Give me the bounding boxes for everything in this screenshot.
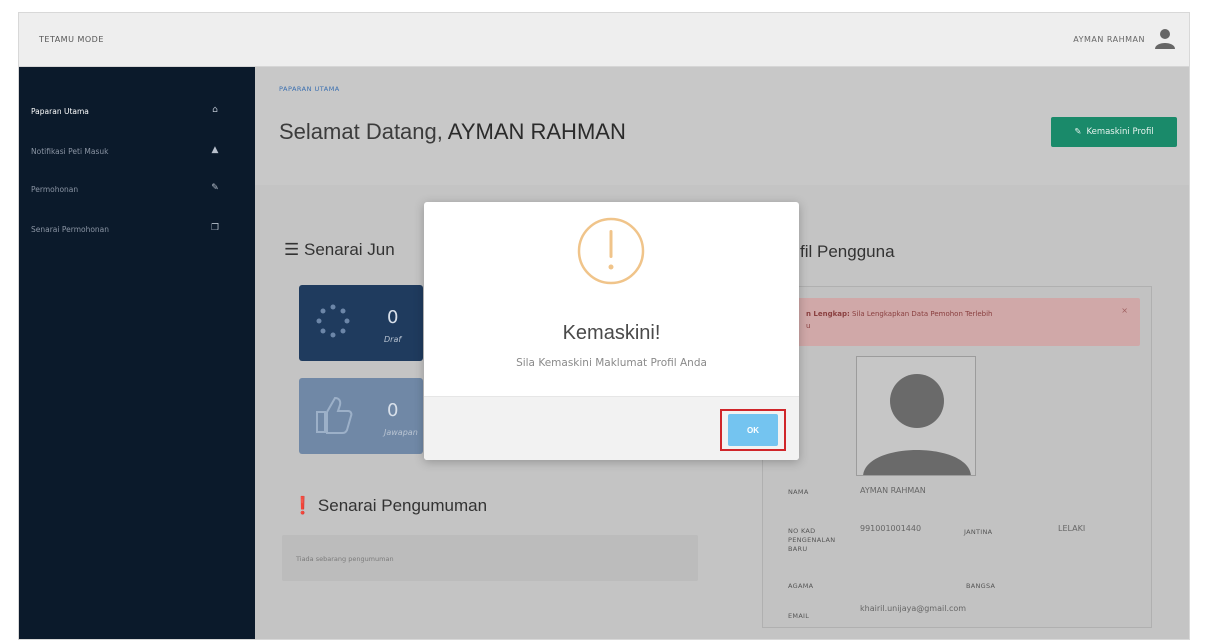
- dialog-footer: OK: [424, 396, 799, 460]
- announcements-empty-text: Tiada sebarang pengumuman: [296, 555, 394, 563]
- alert-body-2: u: [806, 322, 811, 330]
- announcements-list: Tiada sebarang pengumuman: [282, 535, 698, 581]
- draf-label: Draf: [384, 335, 402, 344]
- welcome-name: AYMAN RAHMAN: [447, 119, 626, 144]
- sidebar-item-senarai-permohonan[interactable]: Senarai Permohonan ❐: [19, 219, 255, 241]
- race-label: BANGSA: [966, 582, 996, 590]
- update-profile-dialog: Kemaskini! Sila Kemaskini Maklumat Profi…: [424, 202, 799, 460]
- list-icon: ☰: [284, 240, 300, 259]
- stat-card-draf[interactable]: 0 Draf: [299, 285, 423, 361]
- stat-card-jawapan[interactable]: 0 Jawapan: [299, 378, 423, 454]
- update-profile-button[interactable]: ✎ Kemaskini Profil: [1051, 117, 1177, 147]
- sidebar-item-label: Paparan Utama: [31, 107, 89, 116]
- email-label: EMAIL: [788, 612, 810, 620]
- default-avatar-icon: [863, 374, 971, 475]
- jawapan-count: 0: [387, 400, 399, 421]
- ok-button[interactable]: OK: [728, 414, 778, 446]
- dialog-message: Sila Kemaskini Maklumat Profil Anda: [516, 357, 707, 369]
- brand-label: TETAMU MODE: [39, 35, 104, 44]
- religion-label: AGAMA: [788, 582, 814, 590]
- profile-incomplete-alert: n Lengkap: Sila Lengkapkan Data Pemohon …: [776, 298, 1140, 346]
- ic-value: 991001001440: [860, 524, 922, 533]
- sidebar-item-label: Permohonan: [31, 185, 79, 194]
- announcements-title-text: Senarai Pengumuman: [317, 496, 488, 515]
- summary-title-text: Senarai Jun: [303, 240, 395, 259]
- edit-icon: ✎: [211, 183, 219, 193]
- alert-message: n Lengkap: Sila Lengkapkan Data Pemohon …: [806, 308, 1106, 332]
- alert-close-button[interactable]: ×: [1121, 306, 1128, 315]
- user-name[interactable]: AYMAN RAHMAN: [1073, 35, 1145, 44]
- sidebar-item-notifikasi[interactable]: Notifikasi Peti Masuk ▲: [19, 141, 255, 163]
- user-avatar-icon[interactable]: [1153, 26, 1177, 50]
- update-profile-label: Kemaskini Profil: [1086, 127, 1154, 137]
- edit-icon: ✎: [1074, 127, 1082, 137]
- info-icon: ❗: [292, 496, 314, 515]
- sidebar-item-label: Senarai Permohonan: [31, 225, 110, 234]
- bell-icon: ▲: [211, 145, 219, 155]
- sidebar-item-paparan-utama[interactable]: Paparan Utama ⌂: [19, 101, 255, 123]
- sidebar-item-permohonan[interactable]: Permohonan ✎: [19, 179, 255, 201]
- copy-icon: ❐: [210, 223, 220, 233]
- draf-count: 0: [387, 307, 399, 328]
- sidebar: Paparan Utama ⌂ Notifikasi Peti Masuk ▲ …: [19, 67, 255, 639]
- welcome-prefix: Selamat Datang,: [279, 119, 448, 144]
- warning-icon: [577, 217, 645, 285]
- page-header: PAPARAN UTAMA Selamat Datang, AYMAN RAHM…: [255, 67, 1189, 185]
- gender-value: LELAKI: [1058, 524, 1086, 533]
- summary-title: ☰ Senarai Jun: [284, 240, 395, 260]
- email-value: khairil.unijaya@gmail.com: [860, 604, 967, 613]
- spinner-icon: [316, 304, 350, 338]
- top-bar: TETAMU MODE AYMAN RAHMAN: [19, 13, 1189, 67]
- gender-label: JANTINA: [964, 528, 993, 536]
- home-icon: ⌂: [212, 105, 218, 115]
- profile-photo: [856, 356, 976, 476]
- sidebar-item-label: Notifikasi Peti Masuk: [31, 147, 109, 156]
- name-value: AYMAN RAHMAN: [860, 486, 926, 495]
- thumbs-up-icon: [316, 396, 353, 434]
- profile-title: fil Pengguna: [800, 242, 895, 261]
- dialog-title: Kemaskini!: [562, 322, 661, 344]
- page-title: Selamat Datang, AYMAN RAHMAN: [279, 119, 626, 145]
- ic-label: NO KAD PENGENALAN BARU: [788, 527, 836, 553]
- announcements-title: ❗ Senarai Pengumuman: [292, 496, 487, 516]
- jawapan-label: Jawapan: [384, 428, 418, 437]
- alert-body: Sila Lengkapkan Data Pemohon Terlebih: [852, 310, 993, 318]
- alert-bold: n Lengkap:: [806, 310, 850, 318]
- breadcrumb[interactable]: PAPARAN UTAMA: [279, 85, 340, 93]
- name-label: NAMA: [788, 488, 809, 496]
